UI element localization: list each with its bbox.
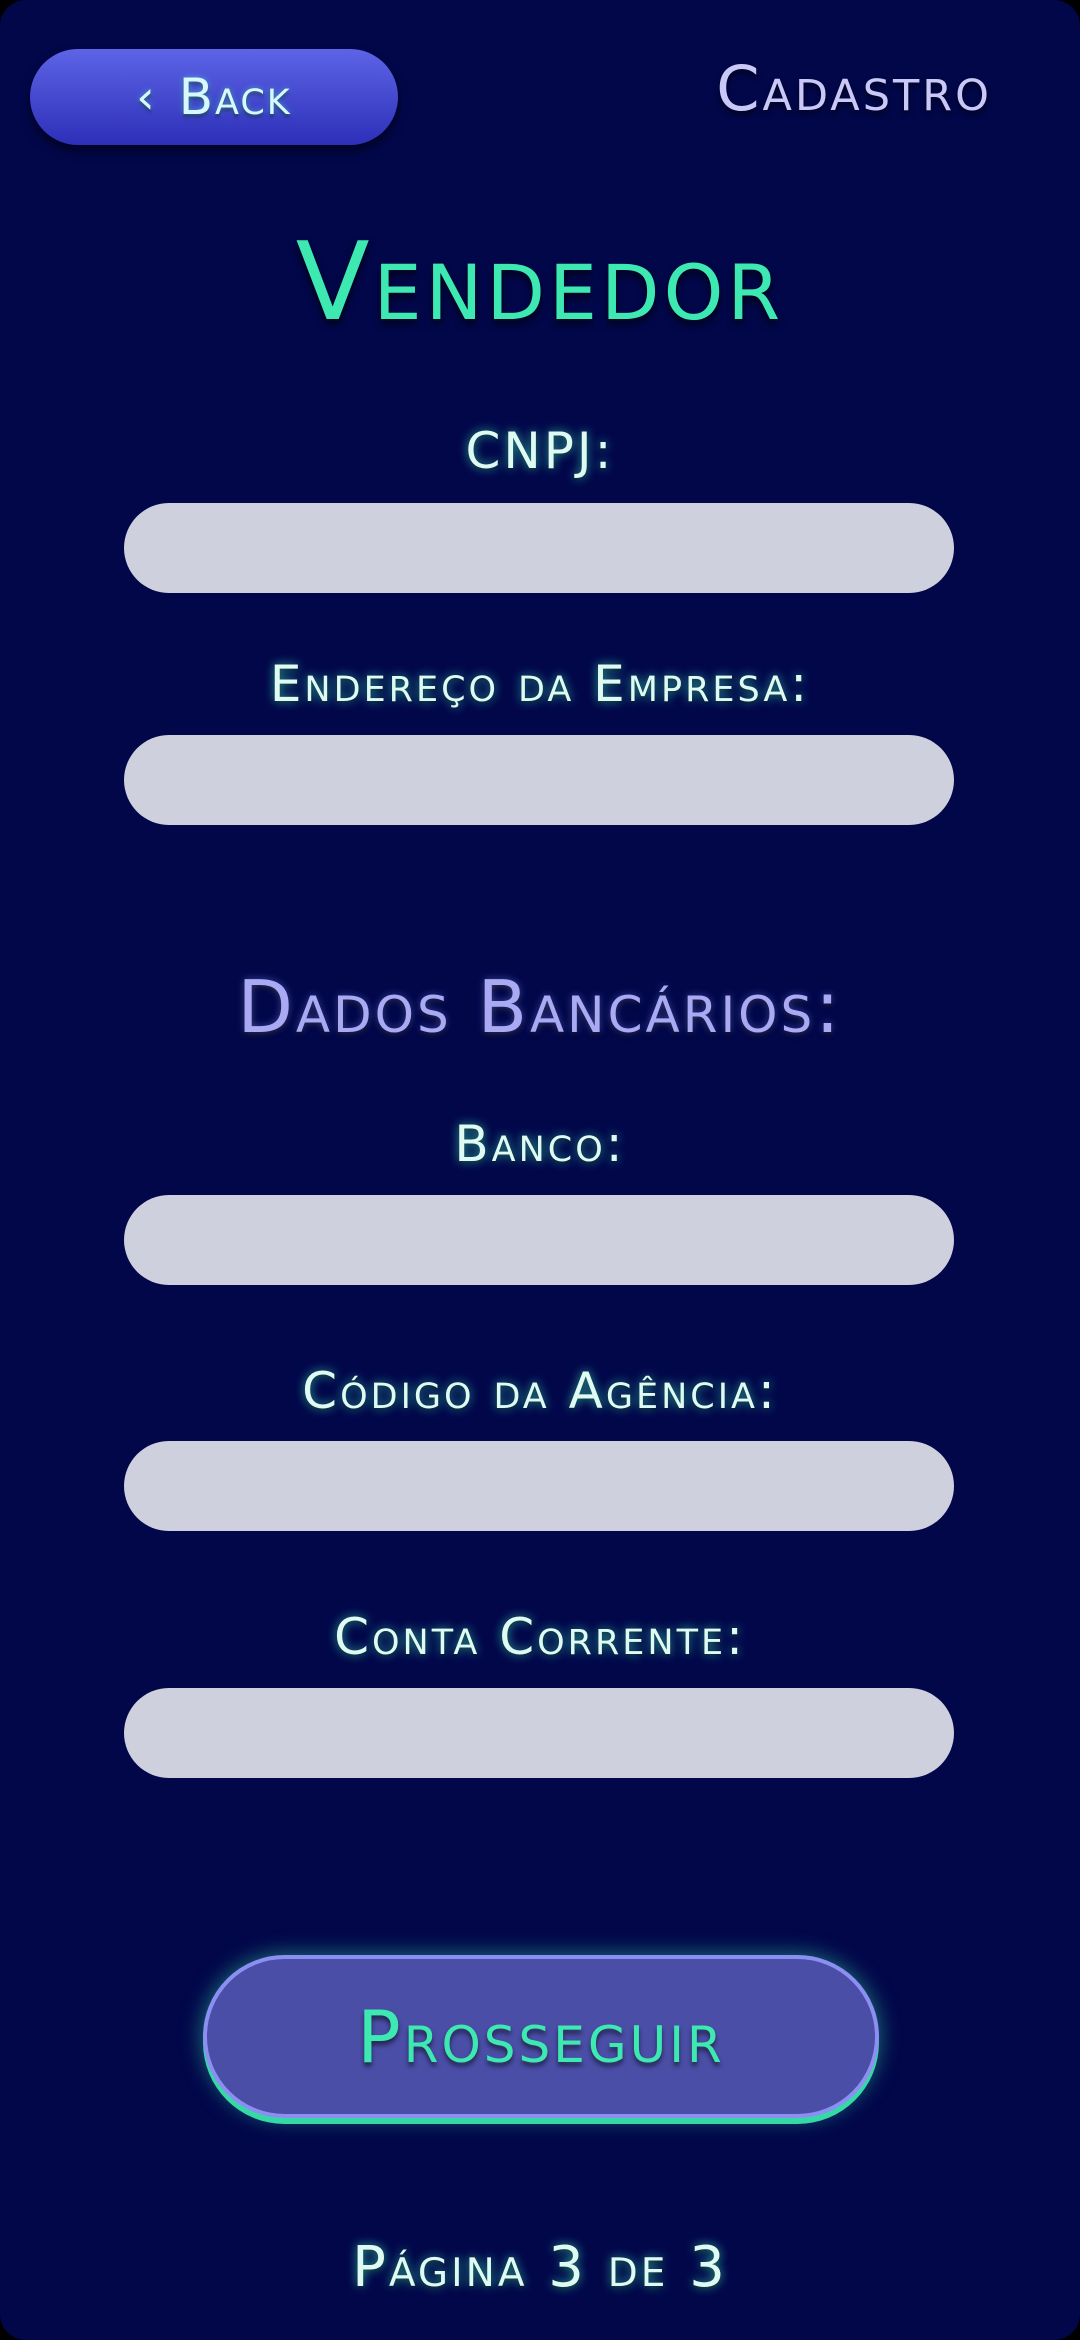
registration-screen: ‹ Back Cadastro Vendedor CNPJ: Endereço … <box>0 0 1080 2340</box>
account-field[interactable] <box>124 1688 954 1778</box>
bank-label: Banco: <box>454 1115 626 1173</box>
bank-field[interactable] <box>124 1195 954 1285</box>
agency-label: Código da Agência: <box>302 1362 778 1420</box>
chevron-left-icon: ‹ <box>136 70 157 124</box>
screen-title: Cadastro <box>716 52 992 125</box>
back-button-label: Back <box>178 68 292 126</box>
address-label: Endereço da Empresa: <box>269 655 811 713</box>
agency-field[interactable] <box>124 1441 954 1531</box>
account-label: Conta Corrente: <box>334 1608 746 1666</box>
address-field[interactable] <box>124 735 954 825</box>
page-indicator: Página 3 de 3 <box>352 2235 728 2300</box>
cnpj-label: CNPJ: <box>465 422 615 480</box>
back-button[interactable]: ‹ Back <box>30 49 398 145</box>
proceed-button-label: Prosseguir <box>357 1994 725 2079</box>
bank-section-title: Dados Bancários: <box>237 965 843 1049</box>
proceed-button[interactable]: Prosseguir <box>203 1955 879 2118</box>
cnpj-field[interactable] <box>124 503 954 593</box>
form-heading: Vendedor <box>295 220 785 345</box>
